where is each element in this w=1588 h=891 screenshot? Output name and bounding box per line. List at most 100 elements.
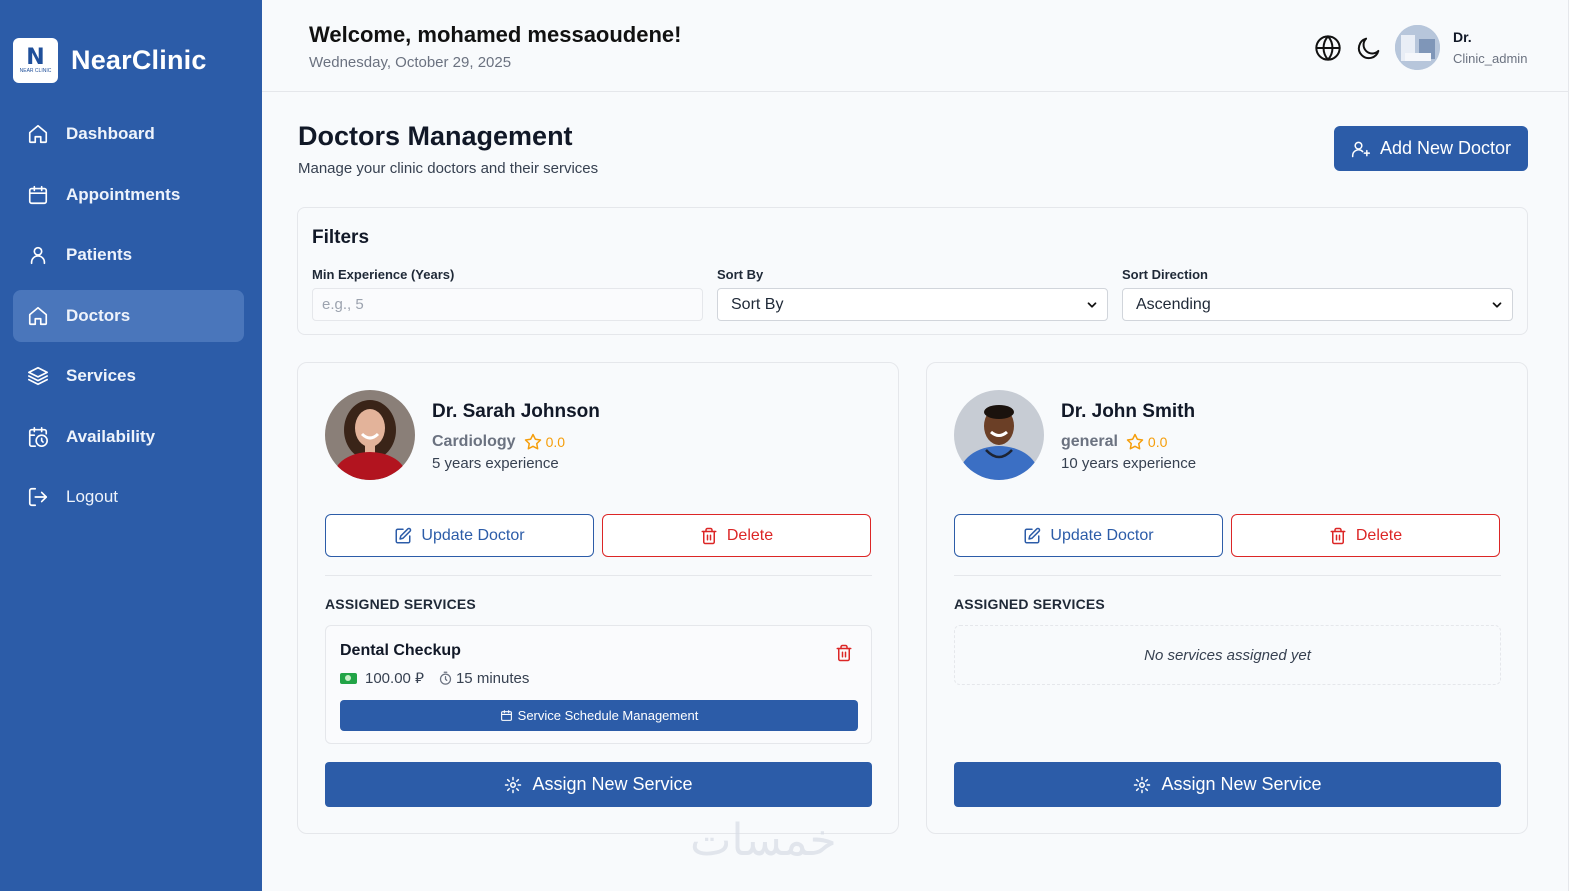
add-doctor-button[interactable]: Add New Doctor (1334, 126, 1528, 171)
watermark: خمسات (690, 815, 837, 866)
divider (954, 575, 1501, 576)
service-price: 100.00 ⃁ (365, 670, 424, 687)
assign-service-button[interactable]: Assign New Service (325, 762, 872, 807)
min-experience-label: Min Experience (Years) (312, 267, 455, 282)
service-name: Dental Checkup (340, 642, 461, 659)
assigned-services-title: ASSIGNED SERVICES (954, 596, 1105, 612)
assign-service-label: Assign New Service (532, 774, 693, 794)
sort-by-select[interactable]: Sort By (717, 288, 1108, 321)
update-doctor-button[interactable]: Update Doctor (325, 514, 594, 557)
doctor-photo (954, 390, 1044, 480)
update-doctor-button[interactable]: Update Doctor (954, 514, 1223, 557)
sort-by-label: Sort By (717, 267, 764, 282)
gear-icon (1134, 776, 1151, 793)
trash-icon[interactable] (835, 644, 853, 662)
user-role: Clinic_admin (1453, 51, 1528, 66)
user-plus-icon (1351, 141, 1371, 157)
doctor-specialty: Cardiology (432, 433, 516, 450)
service-schedule-button[interactable]: Service Schedule Management (340, 700, 858, 731)
user-icon (30, 246, 46, 265)
sort-by-value: Sort By (731, 295, 784, 313)
globe-icon[interactable] (1314, 34, 1342, 62)
doctor-photo (325, 390, 415, 480)
min-experience-input[interactable]: e.g., 5 (312, 288, 703, 321)
assign-service-label: Assign New Service (1161, 774, 1322, 794)
delete-doctor-button[interactable]: Delete (1231, 514, 1500, 557)
sidebar-item-label: Doctors (66, 305, 131, 325)
sidebar-item-label: Dashboard (66, 124, 155, 143)
gear-icon (505, 776, 522, 793)
chevron-down-icon (1087, 302, 1097, 308)
layers-icon (28, 366, 48, 386)
delete-doctor-label: Delete (1355, 526, 1403, 544)
filters-panel: Filters Min Experience (Years) e.g., 5 S… (297, 207, 1528, 335)
sidebar-item-patients[interactable]: Patients (13, 229, 244, 281)
sidebar-nav: Dashboard Appointments Patients Doctors … (13, 108, 244, 532)
doctor-experience: 10 years experience (1061, 455, 1197, 472)
welcome-message: Welcome, mohamed messaoudene! (309, 22, 682, 47)
sort-direction-select[interactable]: Ascending (1122, 288, 1513, 321)
sidebar-item-doctors[interactable]: Doctors (13, 289, 244, 342)
sort-direction-label: Sort Direction (1122, 267, 1208, 282)
add-doctor-label: Add New Doctor (1379, 138, 1512, 158)
delete-doctor-label: Delete (726, 526, 774, 544)
calendar-clock-icon (28, 426, 48, 447)
calendar-icon (28, 185, 48, 204)
star-icon (524, 433, 541, 450)
rating-value: 0.0 (545, 434, 566, 450)
top-header: Welcome, mohamed messaoudene! Wednesday,… (262, 0, 1568, 92)
sidebar-item-label: Logout (66, 487, 118, 506)
assign-service-button[interactable]: Assign New Service (954, 762, 1501, 807)
scrollbar-track[interactable] (1568, 0, 1588, 891)
doctor-specialty: general (1061, 433, 1118, 450)
no-services-message: No services assigned yet (954, 625, 1501, 685)
delete-doctor-button[interactable]: Delete (602, 514, 871, 557)
calendar-icon (500, 710, 512, 721)
page-title: Doctors Management (298, 121, 573, 151)
service-duration: 15 minutes (455, 670, 530, 687)
sidebar-item-label: Appointments (66, 184, 181, 204)
home-icon (28, 306, 48, 325)
sidebar-item-dashboard[interactable]: Dashboard (13, 108, 244, 160)
service-schedule-label: Service Schedule Management (517, 708, 699, 723)
doctor-card: Dr. Sarah Johnson Cardiology 0.0 5 years… (297, 362, 899, 834)
star-icon (1126, 433, 1144, 450)
sort-direction-value: Ascending (1136, 295, 1211, 313)
doctor-experience: 5 years experience (432, 455, 559, 472)
doctor-specialty-row: general 0.0 (1061, 433, 1167, 451)
moon-icon[interactable] (1355, 34, 1383, 62)
brand-logo: N NEAR CLINIC (13, 38, 58, 83)
sidebar-item-label: Patients (66, 245, 133, 264)
doctor-name: Dr. John Smith (1061, 401, 1196, 422)
doctor-rating: 0.0 (524, 433, 565, 451)
sidebar-item-services[interactable]: Services (13, 350, 244, 402)
logo-letter: N (26, 44, 45, 70)
update-doctor-label: Update Doctor (421, 526, 525, 544)
sidebar-item-logout[interactable]: Logout (13, 471, 244, 523)
sidebar: N NEAR CLINIC NearClinic Dashboard Appoi… (0, 0, 262, 891)
assigned-services-title: ASSIGNED SERVICES (325, 596, 476, 612)
money-icon (340, 673, 357, 684)
update-doctor-label: Update Doctor (1050, 526, 1154, 544)
service-meta: 100.00 ⃁ 15 minutes (340, 669, 529, 688)
trash-icon (1330, 527, 1346, 544)
doctor-rating: 0.0 (1126, 433, 1167, 451)
edit-icon (1024, 527, 1041, 543)
filters-title: Filters (312, 227, 370, 248)
rating-value: 0.0 (1147, 434, 1168, 450)
doctor-card: Dr. John Smith general 0.0 10 years expe… (926, 362, 1528, 834)
home-icon (28, 124, 48, 144)
avatar[interactable] (1395, 25, 1440, 70)
doctor-photo-image (954, 390, 1044, 480)
edit-icon (395, 527, 412, 543)
brand-name: NearClinic (71, 45, 207, 75)
user-name: Dr. (1453, 29, 1472, 45)
divider (325, 575, 872, 576)
current-date: Wednesday, October 29, 2025 (309, 54, 512, 71)
sidebar-item-availability[interactable]: Availability (13, 411, 244, 463)
trash-icon (701, 527, 717, 544)
brand[interactable]: N NEAR CLINIC NearClinic (13, 38, 207, 83)
page-subtitle: Manage your clinic doctors and their ser… (298, 160, 599, 177)
sidebar-item-appointments[interactable]: Appointments (13, 169, 244, 221)
doctor-name: Dr. Sarah Johnson (432, 401, 600, 422)
